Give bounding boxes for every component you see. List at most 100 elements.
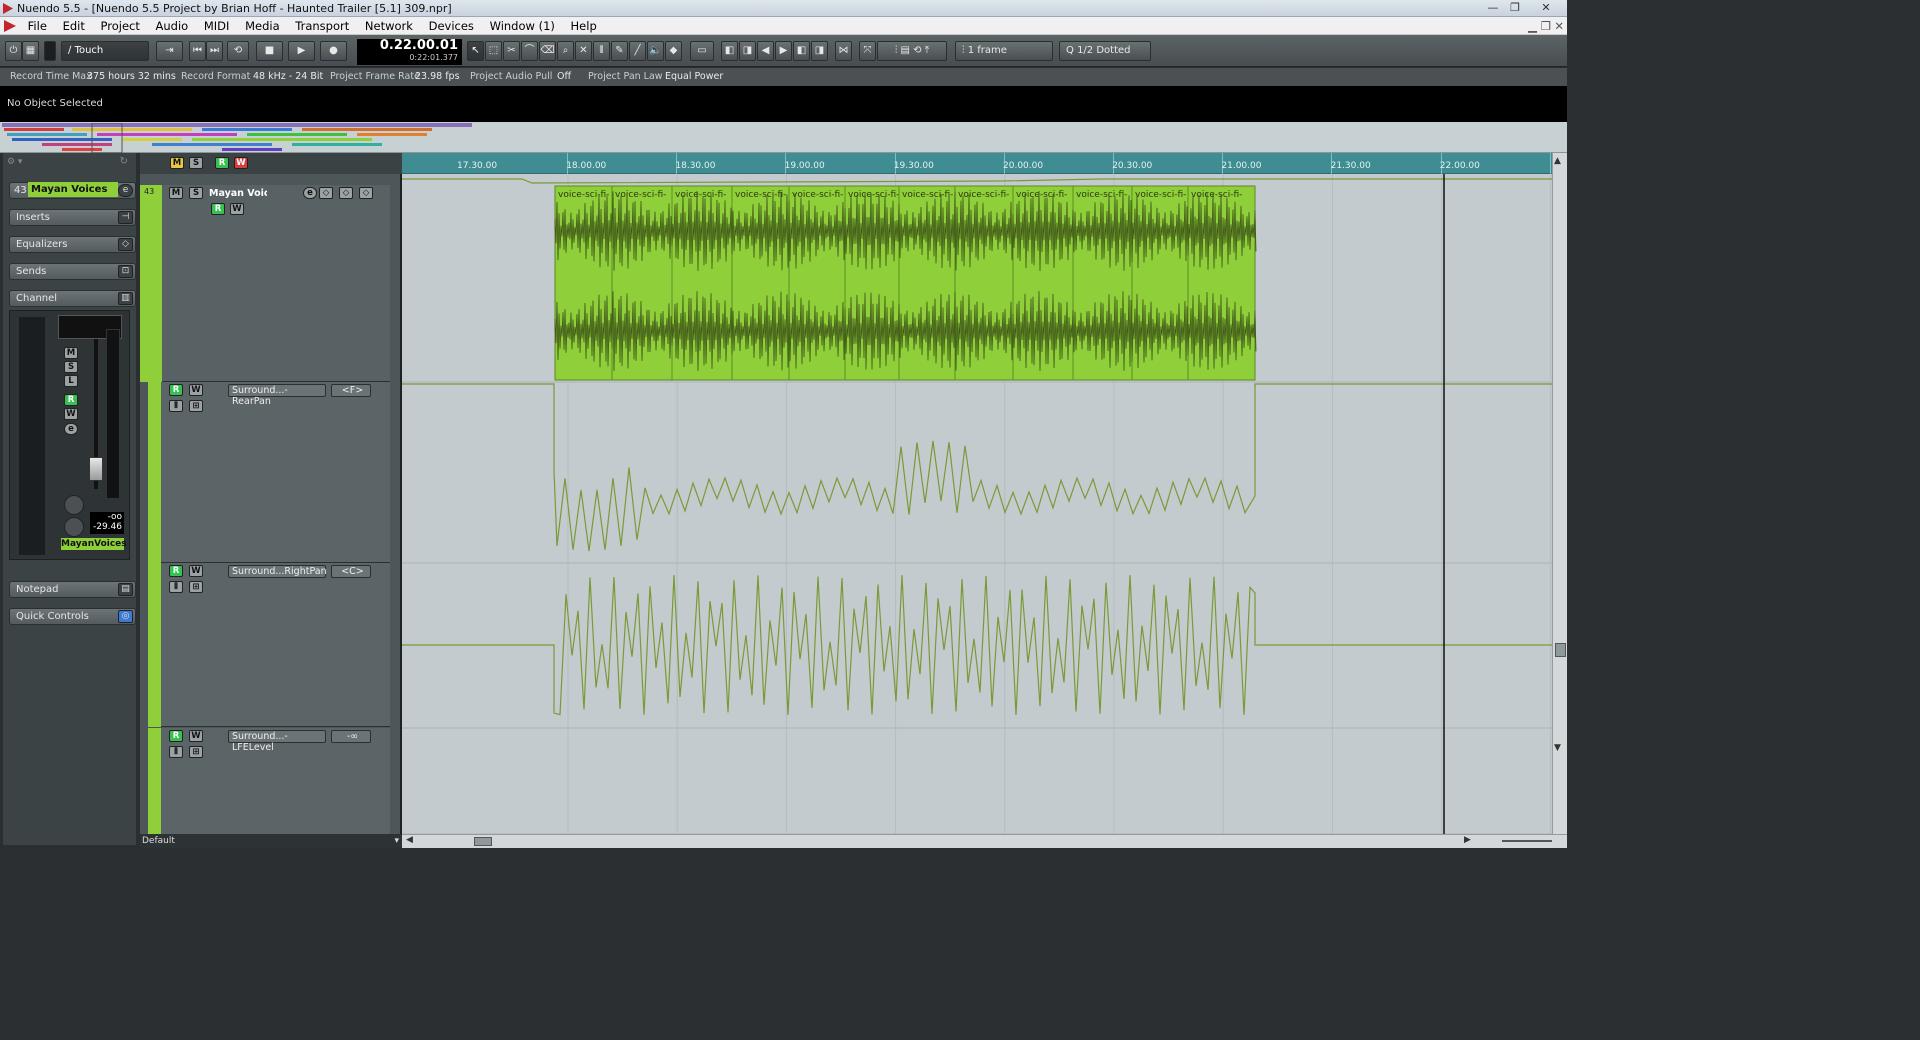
split-tool-icon[interactable]: ✂ — [503, 41, 520, 61]
edit-channel-icon[interactable]: e — [118, 184, 133, 197]
horizontal-scrollbar[interactable]: ◀ ▶ — [402, 834, 1567, 848]
notepad-section[interactable]: Notepad ▤ — [9, 581, 136, 598]
play-tool-icon[interactable]: 🔈 — [647, 41, 664, 61]
activate-project-button[interactable]: ⏻ — [5, 41, 22, 61]
pan-knob-icon[interactable] — [64, 495, 84, 515]
channel-section[interactable]: Channel ▥ — [9, 290, 136, 307]
vertical-scroll-thumb[interactable] — [1555, 643, 1566, 657]
nudge-left-icon[interactable]: ◀ — [757, 41, 774, 61]
mute-tool-icon[interactable]: ✕ — [575, 41, 592, 61]
menu-file[interactable]: File — [22, 17, 53, 35]
sends-section[interactable]: Sends ⊡ — [9, 263, 136, 280]
play-icon[interactable]: ▶ — [288, 41, 315, 61]
maximize-button[interactable]: ❐ — [1505, 1, 1525, 15]
track-mute-button[interactable]: M — [169, 187, 183, 199]
scroll-up-icon[interactable]: ▲ — [1554, 156, 1561, 166]
grid-type-select[interactable]: ⫶ 1 frame — [955, 41, 1053, 61]
track-lane-icon[interactable]: ◇ — [339, 187, 353, 199]
equalizers-section[interactable]: Equalizers ◇ — [9, 236, 136, 253]
time-display[interactable]: 0.22.00.01 0:22:01.377 — [357, 39, 462, 65]
lane-mute-icon[interactable]: ⦀ — [169, 746, 183, 758]
lane-add-icon[interactable]: ⊞ — [189, 581, 203, 593]
global-solo-icon[interactable]: S — [189, 157, 203, 169]
menu-project[interactable]: Project — [95, 17, 146, 35]
automation-mode-select[interactable]: ∕ Touch — [61, 41, 149, 61]
lane-value[interactable]: -∞ — [331, 730, 371, 743]
quick-controls-section[interactable]: Quick Controls ◎ — [9, 608, 136, 625]
lane-read-button[interactable]: R — [169, 384, 183, 396]
channel-read-button[interactable]: R — [64, 394, 78, 406]
lane-add-icon[interactable]: ⊞ — [189, 400, 203, 412]
channel-mute-button[interactable]: M — [64, 347, 78, 359]
inspector-settings-icon[interactable]: ⚙ ▾ — [7, 157, 22, 167]
horizontal-scroll-thumb[interactable] — [474, 837, 492, 846]
menu-midi[interactable]: MIDI — [198, 17, 236, 35]
automation-lane-rightpan[interactable]: R W Surround...RightPan <C> ⦀ ⊞ — [148, 563, 390, 727]
event-display[interactable]: voice-sci-fi-voice-sci-fi-voice-sci-fi-v… — [402, 153, 1552, 834]
channel-write-button[interactable]: W — [64, 408, 78, 420]
eq-bypass-icon[interactable]: ◇ — [118, 238, 133, 251]
record-icon[interactable]: ● — [320, 41, 347, 61]
lane-mute-icon[interactable]: ⦀ — [169, 581, 183, 593]
audio-pull-value[interactable]: Off — [557, 68, 571, 86]
audio-track[interactable]: 43 M S Mayan Voices e ◇ ◇ ◇ R W — [140, 185, 390, 382]
vertical-scrollbar[interactable]: ▲ ▼ — [1552, 153, 1567, 834]
nudge-start-right-icon[interactable]: ◨ — [739, 41, 756, 61]
line-tool-icon[interactable]: ╱ — [629, 41, 646, 61]
cycle-icon[interactable]: ⟲ — [227, 41, 249, 61]
automation-lane-lfelevel[interactable]: R W Surround...-LFELevel -∞ ⦀ ⊞ — [148, 728, 390, 834]
lane-read-button[interactable]: R — [169, 730, 183, 742]
menu-audio[interactable]: Audio — [150, 17, 195, 35]
goto-start-icon[interactable]: ⏮ — [189, 41, 206, 61]
automation-lane-rearpan[interactable]: R W Surround...-RearPan <F> ⦀ ⊞ — [148, 382, 390, 563]
channel-listen-button[interactable]: L — [64, 375, 78, 387]
global-read-icon[interactable]: R — [215, 157, 229, 169]
time-warp-tool-icon[interactable]: ⦀ — [593, 41, 610, 61]
app-menu-icon[interactable] — [4, 20, 16, 32]
goto-end-icon[interactable]: ⏭ — [206, 41, 223, 61]
menu-devices[interactable]: Devices — [423, 17, 480, 35]
lane-value[interactable]: <C> — [331, 565, 371, 578]
color-tool-icon[interactable]: ◆ — [665, 41, 682, 61]
stop-icon[interactable]: ■ — [256, 41, 283, 61]
doc-close-icon[interactable]: ✕ — [1554, 17, 1564, 35]
notepad-icon[interactable]: ▤ — [118, 583, 133, 596]
project-overview[interactable] — [0, 122, 1567, 153]
range-tool-icon[interactable]: ⬚ — [485, 41, 502, 61]
nudge-end-left-icon[interactable]: ◧ — [793, 41, 810, 61]
lane-mute-icon[interactable]: ⦀ — [169, 400, 183, 412]
autoscroll-icon[interactable]: ⤧ — [859, 41, 876, 61]
sends-bypass-icon[interactable]: ⊡ — [118, 265, 133, 278]
gain-knob-icon[interactable] — [64, 517, 84, 537]
window-layout-button[interactable]: ▦ — [22, 41, 39, 61]
object-selection-tool-icon[interactable]: ↖ — [467, 41, 484, 61]
color-picker-button[interactable]: ▭ — [690, 41, 714, 61]
track-edit-icon[interactable]: e — [303, 187, 317, 199]
track-name[interactable]: Mayan Voices — [209, 188, 267, 199]
volume-fader[interactable] — [89, 457, 103, 481]
close-button[interactable]: ✕ — [1531, 1, 1561, 15]
global-write-icon[interactable]: W — [234, 157, 248, 169]
menu-media[interactable]: Media — [239, 17, 286, 35]
record-time-value[interactable]: 375 hours 32 mins — [87, 68, 176, 86]
inserts-section[interactable]: Inserts ⊣ — [9, 209, 136, 226]
nudge-right-icon[interactable]: ▶ — [775, 41, 792, 61]
timeline-ruler[interactable]: 17.30.00 18.00.00 18.30.00 19.00.00 19.30.00… — [402, 153, 1552, 174]
inserts-bypass-icon[interactable]: ⊣ — [118, 211, 133, 224]
erase-tool-icon[interactable]: ⌫ — [539, 41, 556, 61]
glue-tool-icon[interactable]: ⌒ — [521, 41, 538, 61]
doc-restore-icon[interactable]: ❐ — [1541, 17, 1551, 35]
inspector-refresh-icon[interactable]: ↻ — [120, 156, 128, 167]
peak-display[interactable]: -oo -29.46 — [90, 512, 124, 534]
pan-law-value[interactable]: Equal Power — [665, 68, 723, 86]
minimize-button[interactable]: — — [1483, 1, 1503, 15]
menu-transport[interactable]: Transport — [289, 17, 355, 35]
quick-controls-icon[interactable]: ◎ — [118, 610, 133, 623]
inspector-track-name[interactable]: 43 Mayan Voices e — [9, 182, 136, 199]
menu-help[interactable]: Help — [565, 17, 603, 35]
snap-mode-button[interactable]: ⫶ ▤ ⟲ ⤒ — [877, 41, 947, 61]
channel-solo-button[interactable]: S — [64, 361, 78, 373]
record-format-value[interactable]: 48 kHz - 24 Bit — [253, 68, 323, 86]
menu-network[interactable]: Network — [359, 17, 419, 35]
frame-rate-value[interactable]: 23.98 fps — [415, 68, 460, 86]
